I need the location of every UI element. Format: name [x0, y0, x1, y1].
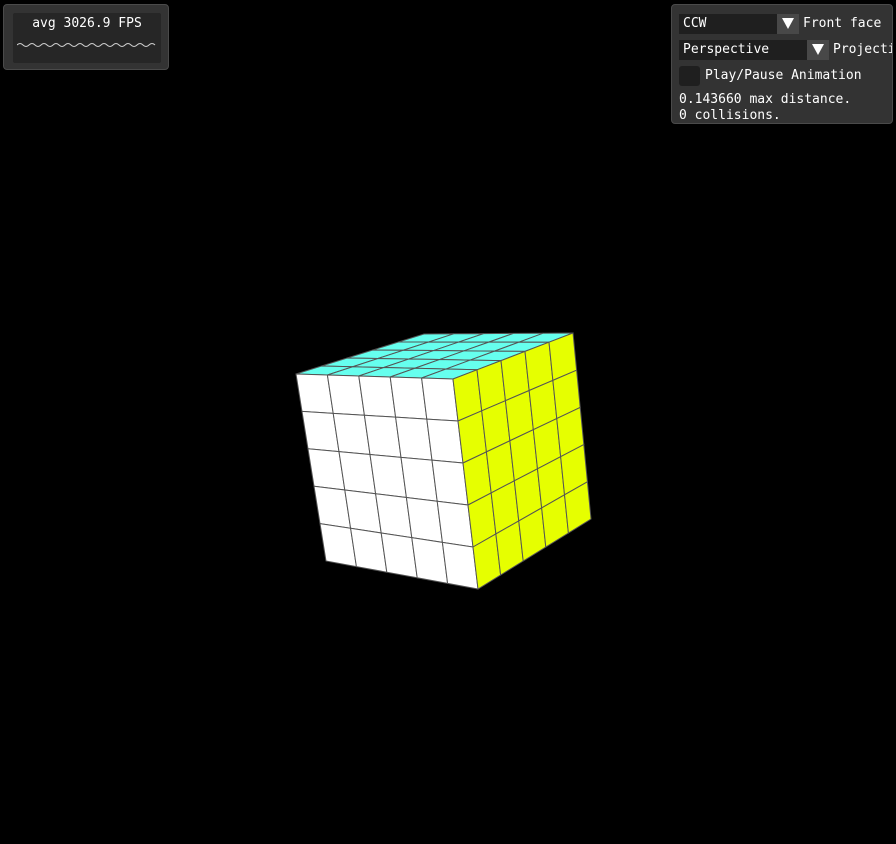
- cube-cell: [363, 414, 402, 458]
- cube-cell: [431, 459, 469, 506]
- cube-cell: [369, 453, 407, 499]
- fps-overlay: avg 3026.9 FPS: [3, 4, 169, 70]
- animation-label: Play/Pause Animation: [705, 68, 862, 83]
- cube-cell: [405, 496, 443, 543]
- cube-cell: [441, 541, 479, 590]
- cube-cell: [332, 412, 371, 456]
- fps-text: avg 3026.9 FPS: [32, 16, 142, 31]
- cube-cell: [295, 373, 334, 414]
- max-distance-text: 0.143660 max distance.: [679, 92, 852, 107]
- projection-label: Projection: [833, 42, 892, 57]
- cube-cell: [426, 418, 464, 464]
- cube: [295, 332, 592, 590]
- cube-face-front: [295, 373, 479, 590]
- cube-cell: [395, 416, 433, 461]
- triangle-down-icon[interactable]: [807, 40, 829, 60]
- cube-viewport[interactable]: [0, 0, 896, 844]
- triangle-down-icon[interactable]: [777, 14, 799, 34]
- fps-wave-icon: [17, 43, 156, 47]
- front-face-label: Front face: [803, 16, 882, 31]
- cube-cell: [358, 375, 397, 418]
- collisions-text: 0 collisions.: [679, 108, 781, 123]
- front-face-value: CCW: [683, 16, 707, 31]
- front-face-combo[interactable]: CCW: [679, 14, 799, 34]
- projection-value: Perspective: [683, 42, 770, 57]
- controls-panel: CCW Front face Perspective Projection Pl…: [671, 4, 893, 124]
- fps-graph: avg 3026.9 FPS: [13, 13, 161, 63]
- cube-cell: [421, 377, 459, 422]
- cube-cell: [436, 500, 474, 548]
- projection-combo[interactable]: Perspective: [679, 40, 829, 60]
- cube-cell: [326, 374, 365, 416]
- cube-face-right: [452, 332, 592, 590]
- animation-checkbox[interactable]: [679, 66, 700, 86]
- cube-cell: [389, 376, 428, 420]
- cube-cell: [400, 456, 438, 502]
